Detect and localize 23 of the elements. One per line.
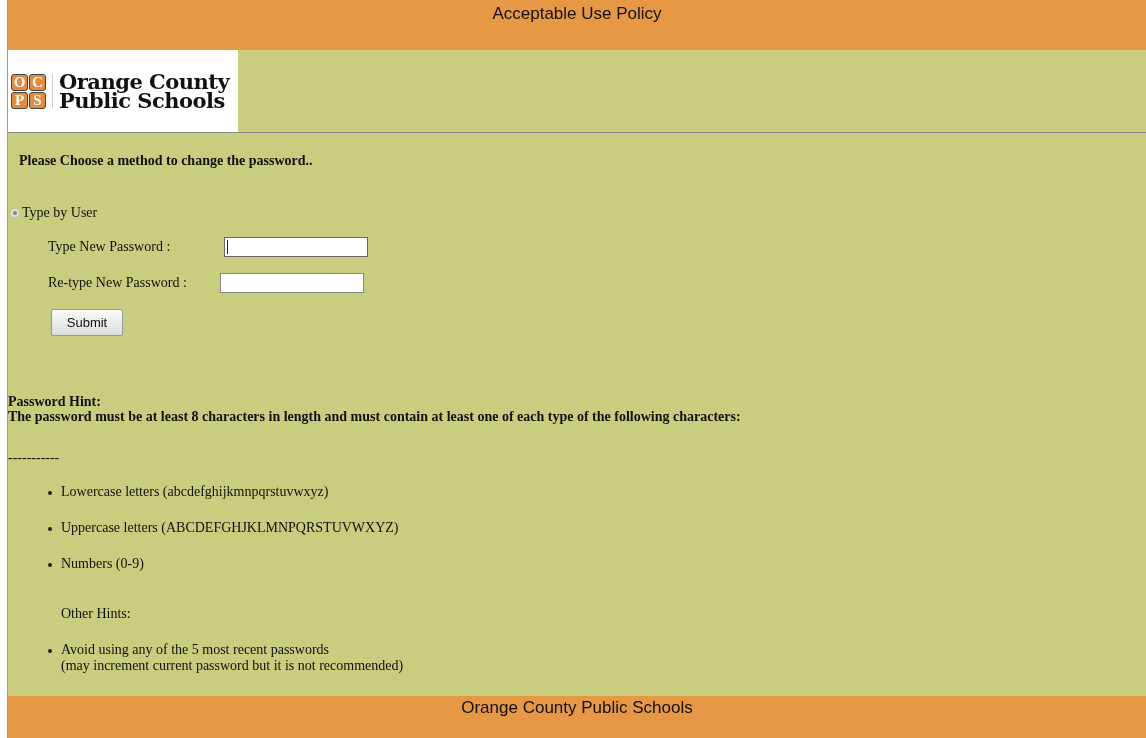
logo: O C P S Orange County Public Schools xyxy=(8,50,238,132)
hint-subheading: Other Hints: xyxy=(61,606,131,622)
bullet-icon xyxy=(48,563,52,567)
hint-item: Numbers (0-9) xyxy=(61,556,144,572)
radio-button[interactable] xyxy=(11,209,19,217)
field-label: Re-type New Password : xyxy=(48,275,188,291)
hint-item: Avoid using any of the 5 most recent passwords (may increment current password but it is not recommended) xyxy=(61,642,404,674)
hint-text: The password must be at least 8 characters in length and must contain at least one of each type of the following characters: xyxy=(8,409,742,424)
hint-item: Uppercase letters (ABCDEFGHJKLMNPQRSTUVWXYZ) xyxy=(61,520,399,536)
bullet-icon xyxy=(48,491,52,495)
hint-title: Password Hint: xyxy=(8,394,102,409)
radio-label: Type by User xyxy=(22,205,98,221)
header-title: Acceptable Use Policy xyxy=(492,4,662,24)
password-field[interactable] xyxy=(220,273,364,293)
footer-title: Orange County Public Schools xyxy=(461,698,693,718)
form-heading: Please Choose a method to change the password.. xyxy=(19,153,313,169)
field-label: Type New Password : xyxy=(48,239,172,255)
separator-dashes: ----------- xyxy=(8,450,61,466)
bullet-icon xyxy=(48,527,52,531)
password-field[interactable] xyxy=(224,237,368,257)
hint-item: Lowercase letters (abcdefghijkmnpqrstuvwxyz) xyxy=(61,484,329,500)
bullet-icon xyxy=(48,649,52,653)
submit-button[interactable]: Submit xyxy=(51,309,123,336)
